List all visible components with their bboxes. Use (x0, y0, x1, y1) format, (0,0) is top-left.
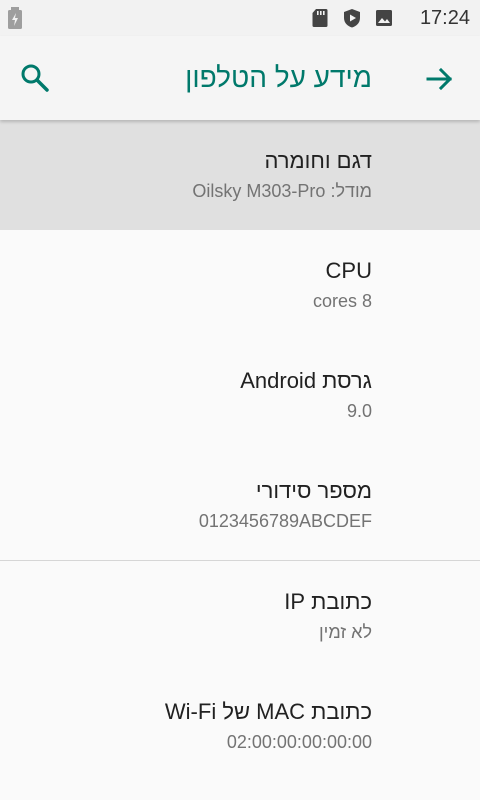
app-bar: מידע על הטלפון (0, 36, 480, 120)
battery-charging-icon (8, 7, 22, 29)
device-info-list: דגם וחומרה מודל: Oilsky M303-Pro CPU 8 c… (0, 120, 480, 781)
arrow-icon[interactable] (426, 65, 454, 93)
status-bar: 17:24 (0, 0, 480, 36)
search-icon[interactable] (20, 63, 50, 93)
list-item-android-version[interactable]: גרסת Android 9.0 (0, 340, 480, 450)
sd-card-icon (312, 9, 328, 27)
item-title: כתובת MAC של Wi-Fi (164, 699, 372, 724)
item-summary: 0123456789ABCDEF (198, 511, 372, 531)
item-title: מספר סידורי (255, 478, 372, 503)
item-title: כתובת IP (284, 589, 372, 614)
play-protect-icon (344, 9, 360, 28)
list-item-model-hardware[interactable]: דגם וחומרה מודל: Oilsky M303-Pro (0, 120, 480, 230)
list-item-ip-address[interactable]: כתובת IP לא זמין (0, 561, 480, 671)
item-summary: לא זמין (318, 622, 372, 642)
item-summary: 02:00:00:00:00:00 (226, 732, 372, 752)
status-icons (310, 8, 394, 28)
list-item-serial-number[interactable]: מספר סידורי 0123456789ABCDEF (0, 450, 480, 560)
item-title: גרסת Android (240, 368, 372, 393)
image-icon (376, 10, 392, 26)
item-title: דגם וחומרה (264, 148, 373, 173)
list-item-cpu[interactable]: CPU 8 cores (0, 230, 480, 340)
item-title: CPU (325, 258, 372, 283)
item-summary: מודל: Oilsky M303-Pro (192, 181, 372, 201)
item-summary: 8 cores (312, 291, 372, 311)
list-item-wifi-mac[interactable]: כתובת MAC של Wi-Fi 02:00:00:00:00:00 (0, 671, 480, 781)
status-time: 17:24 (419, 7, 470, 29)
page-title: מידע על הטלפון (185, 62, 372, 93)
item-summary: 9.0 (346, 401, 372, 421)
